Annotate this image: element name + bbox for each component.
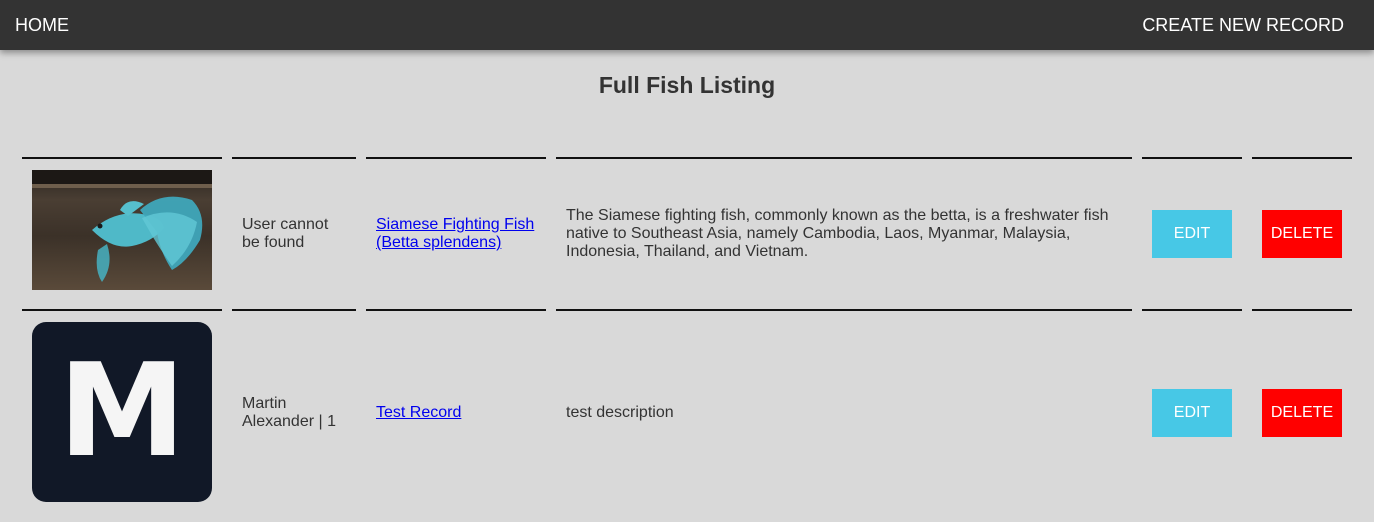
edit-button[interactable]: EDIT (1152, 210, 1232, 258)
delete-cell: DELETE (1252, 157, 1352, 309)
name-cell: Test Record (366, 309, 546, 514)
table-row: User cannot be found Siamese Fighting Fi… (22, 157, 1352, 309)
description-cell: test description (556, 309, 1132, 514)
delete-button[interactable]: DELETE (1262, 388, 1342, 437)
letter-avatar-image: M (32, 322, 212, 502)
fish-illustration (32, 170, 212, 282)
delete-button[interactable]: DELETE (1262, 210, 1342, 258)
edit-cell: EDIT (1142, 157, 1242, 309)
edit-cell: EDIT (1142, 309, 1242, 514)
page-title: Full Fish Listing (598, 72, 776, 98)
record-name-text: Test Record (376, 404, 536, 422)
record-name-text: Siamese Fighting Fish (Betta splendens) (376, 216, 536, 252)
edit-button[interactable]: EDIT (1152, 388, 1232, 437)
nav-create-record-link[interactable]: CREATE NEW RECORD (1142, 15, 1344, 35)
fish-table: User cannot be found Siamese Fighting Fi… (22, 157, 1352, 514)
top-navbar: HOME CREATE NEW RECORD (0, 0, 1374, 50)
description-text: The Siamese fighting fish, commonly know… (566, 207, 1109, 260)
description-text: test description (566, 403, 674, 421)
table-row: M Martin Alexander | 1 Test Record test … (22, 309, 1352, 514)
user-text: User cannot be found (242, 216, 329, 251)
description-cell: The Siamese fighting fish, commonly know… (556, 157, 1132, 309)
delete-cell: DELETE (1252, 309, 1352, 514)
record-name-link[interactable]: Test Record (376, 404, 461, 421)
user-cell: Martin Alexander | 1 (232, 309, 356, 514)
user-cell: User cannot be found (232, 157, 356, 309)
image-cell (22, 157, 222, 309)
nav-home-link[interactable]: HOME (15, 15, 69, 35)
image-cell: M (22, 309, 222, 514)
betta-fish-image (32, 170, 212, 290)
avatar-letter: M (58, 337, 186, 486)
name-cell: Siamese Fighting Fish (Betta splendens) (366, 157, 546, 309)
record-name-link[interactable]: Siamese Fighting Fish (Betta splendens) (376, 216, 534, 251)
user-text: Martin Alexander | 1 (242, 394, 336, 430)
